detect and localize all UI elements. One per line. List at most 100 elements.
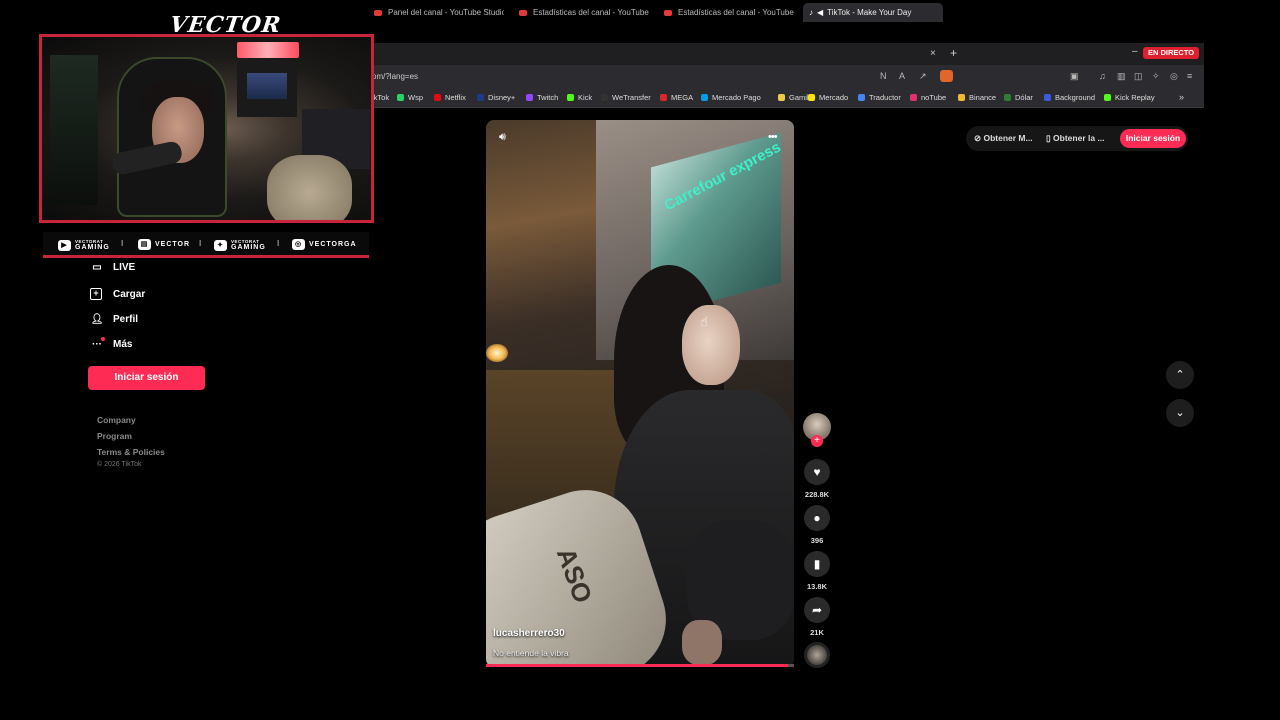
tab-bar <box>372 43 1204 65</box>
address-bar <box>372 65 1204 88</box>
share-icon[interactable]: ↗ <box>919 71 927 82</box>
bookmark-favicon-icon <box>910 94 917 101</box>
webcam-feed <box>39 34 374 223</box>
bookmark-item[interactable]: Disney+ <box>477 93 515 102</box>
video-description: No entiende la vibra <box>493 648 569 658</box>
bookmark-item[interactable]: Mercado <box>808 93 848 102</box>
minimize-icon[interactable]: – <box>1132 46 1138 57</box>
bookmark-favicon-icon <box>858 94 865 101</box>
leo-icon[interactable]: ✧ <box>1152 71 1160 82</box>
video-player[interactable]: Carrefour express ASO <box>486 120 794 667</box>
login-button-sidebar[interactable]: Iniciar sesión <box>88 366 205 390</box>
live-badge: EN DIRECTO <box>1143 47 1200 59</box>
vpn-icon[interactable]: ◎ <box>1170 71 1178 82</box>
youtube-icon: ▶ <box>58 239 71 251</box>
bookmark-item[interactable]: Mercado Pago <box>701 93 761 102</box>
tab-estadisticas-2[interactable]: Estadísticas del canal - YouTube Studio <box>664 3 794 22</box>
video-username[interactable]: lucasherrero30 <box>493 628 565 639</box>
bookmark-item[interactable]: Traductor <box>858 93 901 102</box>
bookmark-favicon-icon <box>701 94 708 101</box>
nav-item-live[interactable]: ▭ LIVE <box>90 262 135 273</box>
phone-icon: ▯ <box>1046 133 1054 143</box>
footer-link-terms[interactable]: Terms & Policies <box>97 447 165 457</box>
nav-item-more[interactable]: ··· Más <box>90 339 132 350</box>
login-button-top[interactable]: Iniciar sesión <box>1120 129 1186 148</box>
music-disc-icon[interactable] <box>804 642 830 668</box>
bookmark-favicon-icon <box>778 94 785 101</box>
nav-item-upload[interactable]: + Cargar <box>90 288 145 300</box>
bookmark-item[interactable]: Gamil <box>778 93 809 102</box>
cursor-icon: ☝︎ <box>700 314 708 329</box>
translate-icon[interactable]: A <box>899 71 905 81</box>
sidebar-icon[interactable]: ▥ <box>1117 71 1126 82</box>
tab-estadisticas-1[interactable]: Estadísticas del canal - YouTube Studio <box>519 3 649 22</box>
social-twitter: ✦ VECTORAT GAMING <box>214 239 266 251</box>
bookmark-item[interactable]: Background <box>1044 93 1095 102</box>
social-separator: I <box>199 239 202 248</box>
like-button[interactable]: ♥ <box>804 459 830 485</box>
bookmark-item[interactable]: Twitch <box>526 93 558 102</box>
next-video-button[interactable]: ⌄ <box>1166 399 1194 427</box>
footer-link-company[interactable]: Company <box>97 415 136 425</box>
bookmark-item[interactable]: noTube <box>910 93 946 102</box>
follow-plus-icon[interactable]: + <box>811 435 823 447</box>
tab-tiktok[interactable]: ♪ ◀ TikTok - Make Your Day <box>803 3 943 22</box>
url-field[interactable]: om/?lang=es <box>372 72 418 81</box>
heart-icon: ♥ <box>813 465 821 479</box>
footer-link-program[interactable]: Program <box>97 431 132 441</box>
bookmark-favicon-icon <box>1104 94 1111 101</box>
notification-dot <box>101 337 105 341</box>
chevron-up-icon: ⌃ <box>1175 369 1185 381</box>
social-twitch: ▤ VECTOR <box>138 239 190 250</box>
bookmark-favicon-icon <box>477 94 484 101</box>
bookmark-item[interactable]: ikTok <box>372 93 389 102</box>
get-desktop-button[interactable]: ▯ Obtener la ... <box>1046 133 1105 144</box>
bookmark-favicon-icon <box>526 94 533 101</box>
menu-icon[interactable]: ≡ <box>1187 71 1192 81</box>
twitch-icon: ▤ <box>138 239 151 250</box>
bookmark-item[interactable]: Dólar <box>1004 93 1033 102</box>
bookmark-item[interactable]: Kick Replay <box>1104 93 1155 102</box>
bookmark-favicon-icon <box>601 94 608 101</box>
like-count: 228.8K <box>804 490 830 499</box>
bookmark-item[interactable]: WeTransfer <box>601 93 651 102</box>
social-separator: I <box>277 239 280 248</box>
volume-icon[interactable]: 🔊︎ <box>499 131 506 144</box>
wallet-icon[interactable]: ◫ <box>1134 71 1143 82</box>
get-app-button[interactable]: ⊘ Obtener M... <box>974 133 1033 144</box>
video-progress-fill <box>486 664 788 667</box>
reader-mode-icon[interactable]: N <box>880 71 887 81</box>
bookmark-item[interactable]: Binance <box>958 93 996 102</box>
bookmark-item[interactable]: Wsp <box>397 93 423 102</box>
upload-icon: + <box>90 288 102 300</box>
media-icon[interactable]: ♫ <box>1099 71 1106 81</box>
share-count: 21K <box>810 628 824 637</box>
bookmark-favicon-icon <box>1044 94 1051 101</box>
bookmark-favicon-icon <box>660 94 667 101</box>
bookmark-item[interactable]: Kick <box>567 93 592 102</box>
bookmark-favicon-icon <box>958 94 965 101</box>
bookmark-favicon-icon <box>397 94 404 101</box>
brave-shield-icon[interactable] <box>940 70 953 82</box>
bookmark-item[interactable]: MEGA <box>660 93 693 102</box>
bookmark-favicon-icon <box>1004 94 1011 101</box>
share-button[interactable]: ➦ <box>804 597 830 623</box>
video-progress[interactable] <box>486 664 794 667</box>
close-tab-icon[interactable]: × <box>930 48 936 59</box>
twitter-icon: ✦ <box>214 239 227 251</box>
screenshot-icon[interactable]: ▣ <box>1070 71 1079 82</box>
copyright: © 2026 TikTok <box>97 461 142 468</box>
more-options-icon[interactable]: ••• <box>768 131 778 143</box>
save-button[interactable]: ▮ <box>804 551 830 577</box>
youtube-studio-icon <box>374 9 382 16</box>
comment-button[interactable]: ● <box>804 505 830 531</box>
comment-icon: ● <box>813 511 821 525</box>
bookmark-item[interactable]: Netflix <box>434 93 466 102</box>
social-instagram: ◎ VECTORGA <box>292 239 357 250</box>
nav-item-profile[interactable]: 👤︎ Perfil <box>90 314 138 325</box>
previous-video-button[interactable]: ⌃ <box>1166 361 1194 389</box>
new-tab-icon[interactable]: + <box>950 46 957 60</box>
bookmarks-more-icon[interactable]: » <box>1179 92 1184 102</box>
instagram-icon: ◎ <box>292 239 305 250</box>
tab-panel-canal[interactable]: Panel del canal - YouTube Studio <box>374 3 504 22</box>
